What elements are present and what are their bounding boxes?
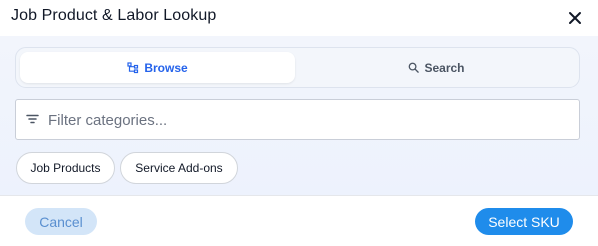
dialog-footer: Cancel Select SKU [0, 195, 598, 246]
view-toggle: Browse Search [15, 47, 580, 88]
search-icon [409, 62, 420, 73]
filter-icon [26, 114, 39, 124]
tab-browse-label: Browse [144, 60, 188, 75]
tab-browse[interactable]: Browse [20, 52, 295, 83]
tab-search-label: Search [424, 60, 465, 75]
select-sku-button[interactable]: Select SKU [475, 208, 573, 235]
dialog-title: Job Product & Labor Lookup [11, 7, 217, 24]
filter-input[interactable] [48, 109, 568, 131]
dialog-header: Job Product & Labor Lookup [0, 0, 598, 36]
tab-search[interactable]: Search [298, 52, 575, 83]
filter-field[interactable] [15, 99, 580, 140]
dialog-body: Browse Search Job Products Service Add-o… [0, 36, 598, 195]
cancel-button[interactable]: Cancel [25, 208, 97, 235]
close-icon[interactable] [568, 11, 582, 25]
category-chip-service-add-ons[interactable]: Service Add-ons [120, 152, 238, 184]
hierarchy-icon [127, 61, 139, 73]
category-chip-job-products[interactable]: Job Products [16, 152, 115, 184]
